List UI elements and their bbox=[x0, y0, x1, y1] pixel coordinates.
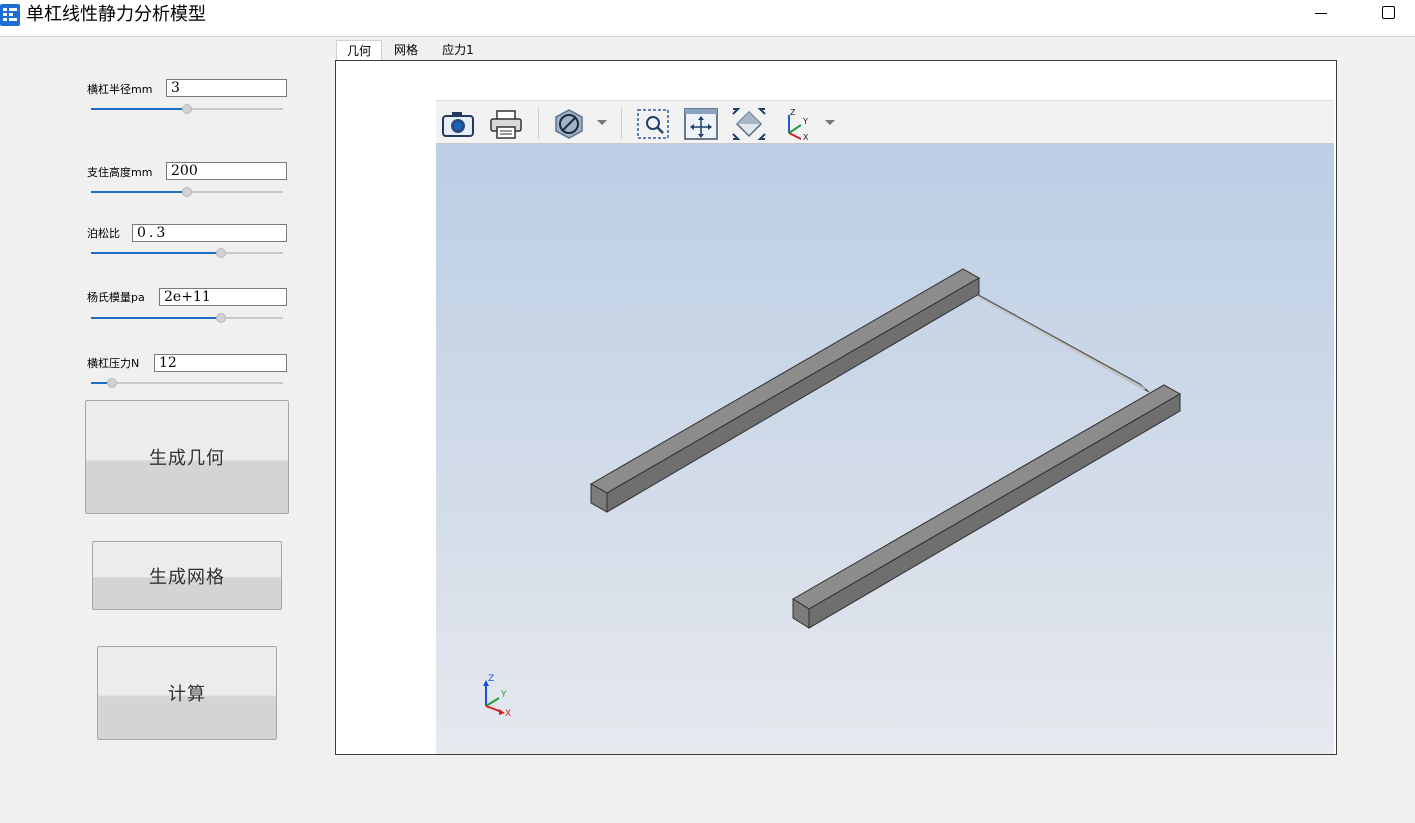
view-iso-icon[interactable] bbox=[731, 107, 767, 141]
slider-thumb[interactable] bbox=[182, 187, 192, 197]
slider-thumb[interactable] bbox=[182, 104, 192, 114]
zoom-box-icon[interactable] bbox=[635, 107, 671, 141]
param-label-radius: 横杠半径mm bbox=[87, 83, 153, 96]
generate-mesh-button[interactable]: 生成网格 bbox=[92, 541, 282, 610]
height-slider[interactable] bbox=[91, 186, 283, 198]
tab-geometry[interactable]: 几何 bbox=[336, 40, 382, 60]
axis-y-label: Y bbox=[500, 690, 507, 700]
tab-stress[interactable]: 应力1 bbox=[436, 40, 480, 60]
poisson-slider[interactable] bbox=[91, 247, 283, 259]
right-support-bar bbox=[792, 384, 1182, 629]
compute-button[interactable]: 计算 bbox=[97, 646, 277, 740]
camera-icon[interactable] bbox=[440, 107, 476, 141]
model-geometry: Z Y X bbox=[483, 268, 1182, 719]
generate-geometry-button[interactable]: 生成几何 bbox=[85, 400, 289, 514]
axes-orientation-icon[interactable]: Z Y X bbox=[781, 107, 817, 141]
param-label-youngs: 杨氏模量pa bbox=[87, 291, 145, 304]
print-icon[interactable] bbox=[488, 107, 524, 141]
param-label-poisson: 泊松比 bbox=[87, 227, 120, 240]
title-bar: 单杠线性静力分析模型 bbox=[0, 0, 1415, 37]
poisson-input[interactable]: 0.3 bbox=[132, 224, 287, 242]
3d-scene[interactable]: Z Y X bbox=[436, 144, 1334, 754]
slider-thumb[interactable] bbox=[107, 378, 117, 388]
app-logo-icon bbox=[0, 4, 20, 26]
display-mode-icon[interactable] bbox=[551, 107, 587, 141]
axis-z-label: Z bbox=[488, 674, 494, 684]
radius-slider[interactable] bbox=[91, 103, 283, 115]
minimize-button[interactable] bbox=[1298, 0, 1344, 30]
window-title: 单杠线性静力分析模型 bbox=[26, 4, 206, 25]
radius-input[interactable]: 3 bbox=[166, 79, 287, 97]
tab-mesh[interactable]: 网格 bbox=[386, 40, 426, 60]
youngs-modulus-input[interactable]: 2e+11 bbox=[159, 288, 287, 306]
display-mode-dropdown-icon[interactable] bbox=[597, 120, 607, 125]
slider-thumb[interactable] bbox=[216, 313, 226, 323]
height-input[interactable]: 200 bbox=[166, 162, 287, 180]
svg-text:Y: Y bbox=[802, 117, 808, 126]
maximize-button[interactable] bbox=[1366, 0, 1412, 30]
3d-viewer: Z Y X Z Y X bbox=[436, 100, 1336, 754]
viewer-toolbar: Z Y X bbox=[436, 100, 1334, 144]
param-label-height: 支住高度mm bbox=[87, 166, 153, 179]
axes-dropdown-icon[interactable] bbox=[825, 120, 835, 125]
youngs-modulus-slider[interactable] bbox=[91, 312, 283, 324]
slider-thumb[interactable] bbox=[216, 248, 226, 258]
force-slider[interactable] bbox=[91, 377, 283, 389]
svg-text:X: X bbox=[803, 133, 809, 141]
left-support-bar bbox=[589, 268, 981, 513]
axis-triad: Z Y X bbox=[483, 674, 511, 719]
force-input[interactable]: 12 bbox=[154, 354, 287, 372]
axis-x-label: X bbox=[505, 709, 511, 719]
param-label-force: 横杠压力N bbox=[87, 357, 140, 370]
fit-all-icon[interactable] bbox=[683, 107, 719, 141]
svg-text:Z: Z bbox=[790, 108, 796, 117]
